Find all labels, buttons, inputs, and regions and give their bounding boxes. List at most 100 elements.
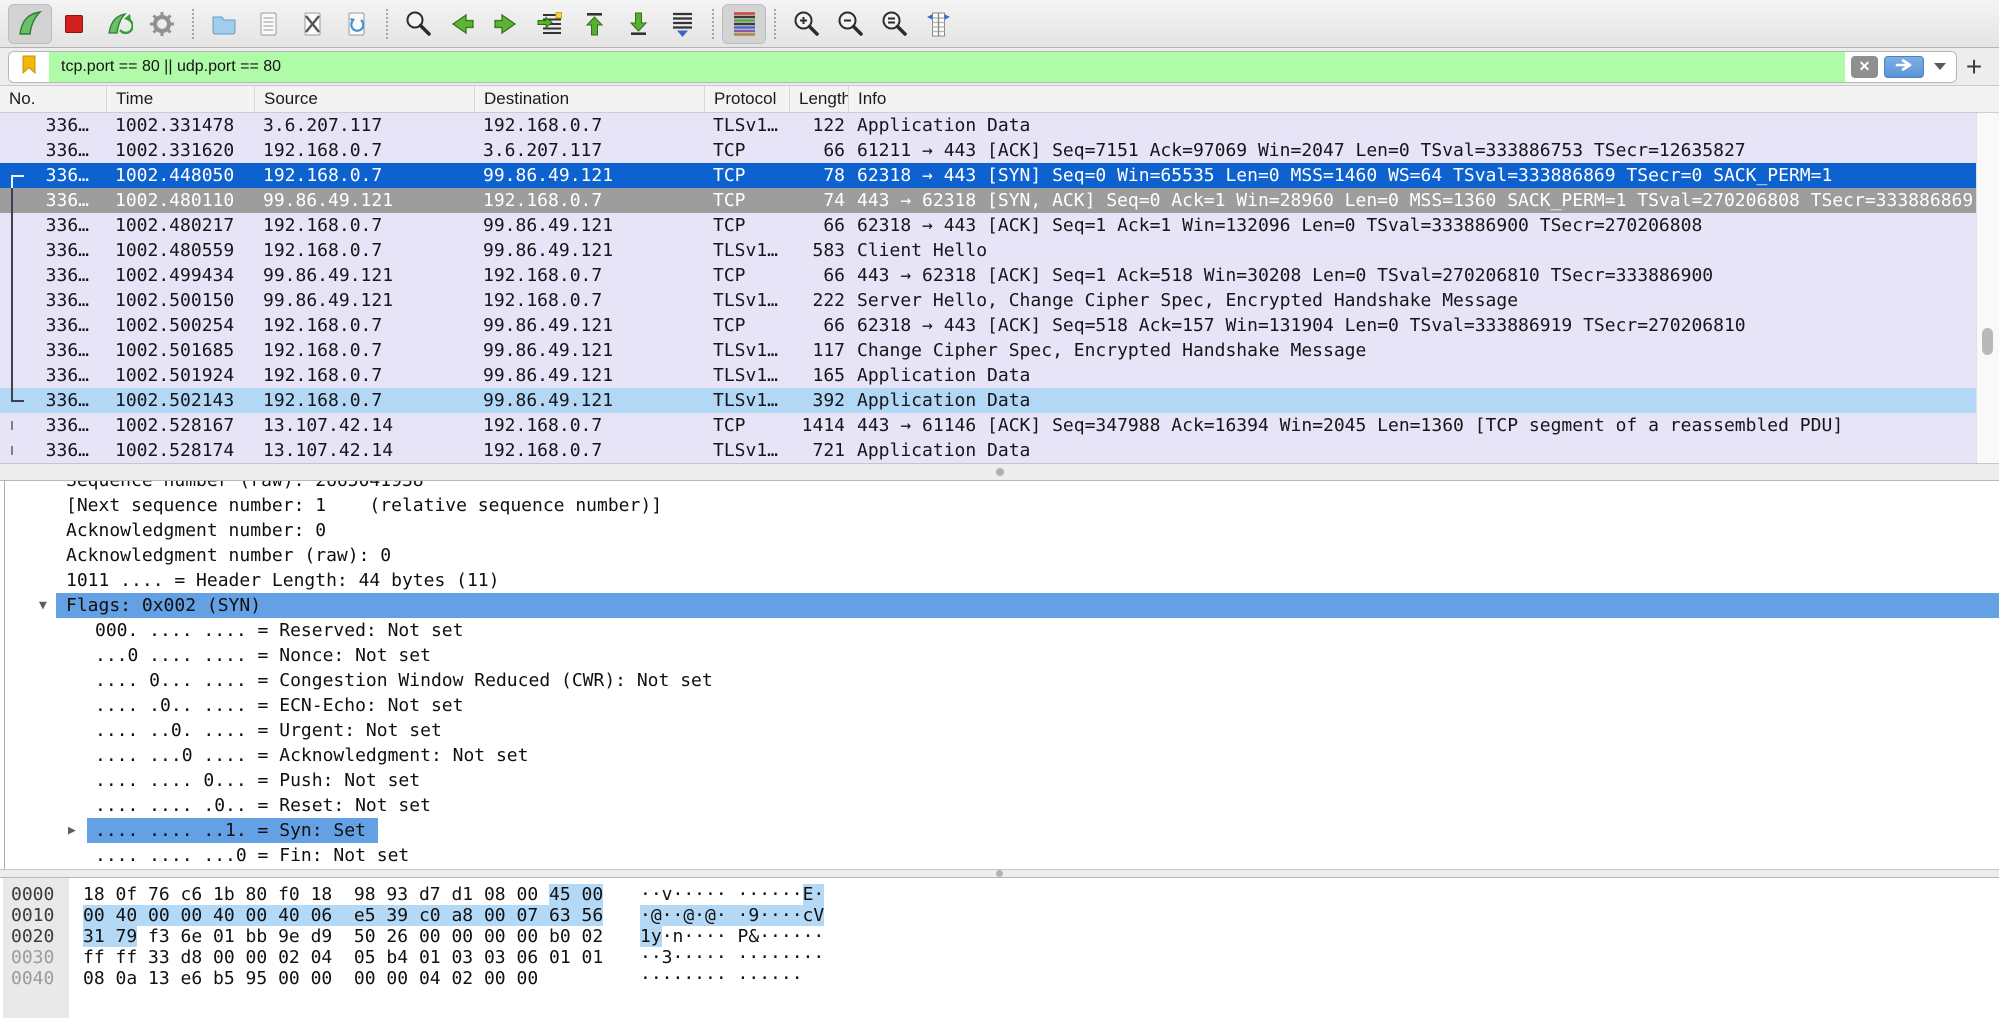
detail-line[interactable]: ...0 .... .... = Nonce: Not set (0, 643, 1999, 668)
hex-row[interactable]: 000018 0f 76 c6 1b 80 f0 18 98 93 d7 d1 … (0, 884, 1999, 905)
column-header-time[interactable]: Time (107, 86, 255, 112)
display-filter-input[interactable]: tcp.port == 80 || udp.port == 80 (49, 52, 1845, 82)
hex-bytes[interactable]: 00 40 00 00 40 00 40 06 e5 39 c0 a8 00 0… (83, 905, 603, 926)
hex-highlight[interactable]: 31 79 (83, 926, 137, 947)
restart-capture-button[interactable] (96, 4, 140, 44)
packet-row[interactable]: 336…1002.480559192.168.0.799.86.49.121TL… (0, 238, 1977, 263)
hex-row[interactable]: 0030ff ff 33 d8 00 00 02 04 05 b4 01 03 … (0, 947, 1999, 968)
filter-apply-button[interactable] (1884, 56, 1924, 78)
detail-line[interactable]: [Next sequence number: 1 (relative seque… (0, 493, 1999, 518)
pane-splitter-bottom[interactable] (0, 869, 1999, 878)
start-capture-button[interactable] (8, 4, 52, 44)
detail-line[interactable]: Sequence number (raw): 2665041938 (0, 481, 1999, 493)
packet-row[interactable]: 336…1002.52816713.107.42.14192.168.0.7TC… (0, 413, 1977, 438)
hex-bytes[interactable]: 08 0a 13 e6 b5 95 00 00 00 00 04 02 00 0… (83, 968, 538, 989)
filter-bookmark-button[interactable] (9, 52, 49, 82)
go-to-last-packet-button[interactable] (616, 4, 660, 44)
ascii-segment[interactable]: ·n···· P&······ (662, 926, 825, 947)
hex-bytes[interactable]: ff ff 33 d8 00 00 02 04 05 b4 01 03 03 0… (83, 947, 603, 968)
colorize-packets-button[interactable] (722, 4, 766, 44)
detail-line[interactable]: .... 0... .... = Congestion Window Reduc… (0, 668, 1999, 693)
detail-line[interactable]: Acknowledgment number (raw): 0 (0, 543, 1999, 568)
hex-bytes[interactable]: 18 0f 76 c6 1b 80 f0 18 98 93 d7 d1 08 0… (83, 884, 603, 905)
packet-row[interactable]: 336…1002.501924192.168.0.799.86.49.121TL… (0, 363, 1977, 388)
stop-icon (59, 9, 89, 39)
scrollbar-thumb[interactable] (1982, 328, 1993, 355)
filter-history-dropdown[interactable] (1934, 63, 1946, 70)
resize-columns-button[interactable] (916, 4, 960, 44)
packet-row[interactable]: 336…1002.331620192.168.0.73.6.207.117TCP… (0, 138, 1977, 163)
zoom-out-button[interactable] (828, 4, 872, 44)
packet-row[interactable]: 336…1002.50015099.86.49.121192.168.0.7TL… (0, 288, 1977, 313)
capture-options-button[interactable] (140, 4, 184, 44)
hex-ascii[interactable]: ··3····· ········ (640, 947, 824, 968)
collapsed-arrow-icon[interactable]: ▶ (68, 818, 76, 843)
packet-row[interactable]: 336…1002.500254192.168.0.799.86.49.121TC… (0, 313, 1977, 338)
detail-line[interactable]: .... .0.. .... = ECN-Echo: Not set (0, 693, 1999, 718)
ascii-highlight[interactable]: ·@··@·@· ·9····cV (640, 905, 824, 926)
detail-line[interactable]: Acknowledgment number: 0 (0, 518, 1999, 543)
packet-list-scrollbar[interactable] (1976, 113, 1999, 463)
ascii-highlight[interactable]: 1y (640, 926, 662, 947)
go-to-packet-button[interactable] (528, 4, 572, 44)
go-back-button[interactable] (440, 4, 484, 44)
detail-line[interactable]: .... .... 0... = Push: Not set (0, 768, 1999, 793)
detail-line[interactable]: 000. .... .... = Reserved: Not set (0, 618, 1999, 643)
stop-capture-button[interactable] (52, 4, 96, 44)
ascii-highlight[interactable]: E· (803, 884, 825, 905)
hex-ascii[interactable]: ·@··@·@· ·9····cV (640, 905, 824, 926)
hex-ascii[interactable]: 1y·n···· P&······ (640, 926, 824, 947)
go-forward-button[interactable] (484, 4, 528, 44)
ascii-segment[interactable]: ··v····· ······ (640, 884, 803, 905)
pane-splitter-top[interactable] (0, 463, 1999, 481)
column-header-info[interactable]: Info (849, 86, 1999, 112)
ascii-segment[interactable]: ········ ······ (640, 968, 803, 989)
hex-highlight[interactable]: 00 40 00 00 40 00 40 06 e5 39 c0 a8 00 0… (83, 905, 603, 926)
column-header-destination[interactable]: Destination (475, 86, 705, 112)
detail-line[interactable]: ▼Flags: 0x002 (SYN) (0, 593, 1999, 618)
add-filter-button[interactable]: + (1957, 52, 1991, 82)
find-packet-button[interactable] (396, 4, 440, 44)
zoom-100-button[interactable] (872, 4, 916, 44)
packet-row[interactable]: 336…1002.502143192.168.0.799.86.49.121TL… (0, 388, 1977, 413)
hex-ascii[interactable]: ··v····· ······E· (640, 884, 824, 905)
detail-line[interactable]: .... ..0. .... = Urgent: Not set (0, 718, 1999, 743)
packet-row[interactable]: 336…1002.448050192.168.0.799.86.49.121TC… (0, 163, 1977, 188)
detail-line[interactable]: .... ...0 .... = Acknowledgment: Not set (0, 743, 1999, 768)
hex-row[interactable]: 002031 79 f3 6e 01 bb 9e d9 50 26 00 00 … (0, 926, 1999, 947)
go-to-first-packet-button[interactable] (572, 4, 616, 44)
hex-row[interactable]: 004008 0a 13 e6 b5 95 00 00 00 00 04 02 … (0, 968, 1999, 989)
column-header-length[interactable]: Length (790, 86, 849, 112)
hex-ascii[interactable]: ········ ······ (640, 968, 803, 989)
packet-row[interactable]: 336…1002.3314783.6.207.117192.168.0.7TLS… (0, 113, 1977, 138)
column-header-no[interactable]: No. (0, 86, 107, 112)
hex-segment[interactable]: ff ff 33 d8 00 00 02 04 05 b4 01 03 03 0… (83, 947, 603, 968)
filter-clear-button[interactable]: ✕ (1851, 56, 1878, 78)
hex-segment[interactable]: f3 6e 01 bb 9e d9 50 26 00 00 00 00 b0 0… (137, 926, 603, 947)
packet-row[interactable]: 336…1002.52817413.107.42.14192.168.0.7TL… (0, 438, 1977, 463)
hex-segment[interactable]: 08 0a 13 e6 b5 95 00 00 00 00 04 02 00 0… (83, 968, 538, 989)
save-capture-file-button[interactable] (246, 4, 290, 44)
hex-segment[interactable]: 18 0f 76 c6 1b 80 f0 18 98 93 d7 d1 08 0… (83, 884, 549, 905)
detail-line[interactable]: .... .... ...0 = Fin: Not set (0, 843, 1999, 868)
detail-line[interactable]: ▶.... .... ..1. = Syn: Set (0, 818, 1999, 843)
column-header-protocol[interactable]: Protocol (705, 86, 790, 112)
open-capture-file-button[interactable] (202, 4, 246, 44)
expanded-arrow-icon[interactable]: ▼ (39, 593, 47, 618)
packet-row[interactable]: 336…1002.48011099.86.49.121192.168.0.7TC… (0, 188, 1977, 213)
splitter-handle-icon (996, 468, 1004, 476)
column-header-source[interactable]: Source (255, 86, 475, 112)
close-capture-file-button[interactable] (290, 4, 334, 44)
packet-row[interactable]: 336…1002.49943499.86.49.121192.168.0.7TC… (0, 263, 1977, 288)
ascii-segment[interactable]: ··3····· ········ (640, 947, 824, 968)
auto-scroll-button[interactable] (660, 4, 704, 44)
hex-highlight[interactable]: 45 00 (549, 884, 603, 905)
detail-line[interactable]: 1011 .... = Header Length: 44 bytes (11) (0, 568, 1999, 593)
detail-line[interactable]: .... .... .0.. = Reset: Not set (0, 793, 1999, 818)
packet-row[interactable]: 336…1002.501685192.168.0.799.86.49.121TL… (0, 338, 1977, 363)
zoom-in-button[interactable] (784, 4, 828, 44)
hex-bytes[interactable]: 31 79 f3 6e 01 bb 9e d9 50 26 00 00 00 0… (83, 926, 603, 947)
reload-capture-file-button[interactable] (334, 4, 378, 44)
hex-row[interactable]: 001000 40 00 00 40 00 40 06 e5 39 c0 a8 … (0, 905, 1999, 926)
packet-row[interactable]: 336…1002.480217192.168.0.799.86.49.121TC… (0, 213, 1977, 238)
